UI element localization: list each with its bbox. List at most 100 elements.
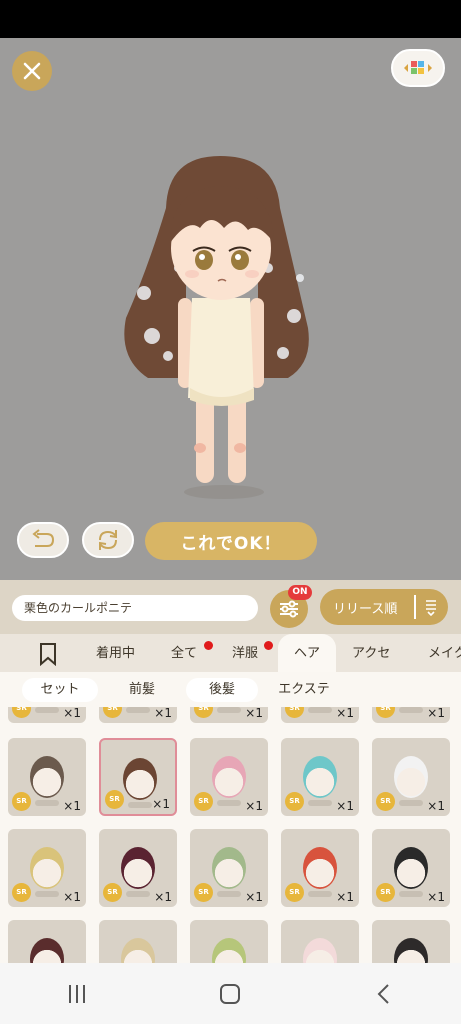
- hair-item-card[interactable]: SR ×1: [281, 829, 359, 907]
- bookmark-icon: [40, 643, 56, 667]
- sr-rarity-badge: SR: [12, 883, 31, 902]
- hair-item-card[interactable]: SR ×1: [99, 829, 177, 907]
- sort-button[interactable]: リリース順: [320, 589, 448, 625]
- sliders-icon: [280, 600, 298, 618]
- sr-rarity-badge: SR: [12, 792, 31, 811]
- filter-on-badge: ON: [288, 585, 312, 600]
- hair-item-grid: SR ×1 SR ×1 SR ×1 SR ×1 SR ×1 SR ×1 SR ×1 SR ×1 SR ×1 SR ×1…: [0, 707, 461, 963]
- home-button[interactable]: [200, 974, 260, 1014]
- back-button[interactable]: [354, 974, 414, 1014]
- search-input[interactable]: 栗色のカールポニテ: [12, 595, 258, 621]
- hair-thumbnail: [30, 847, 64, 889]
- subtab-set[interactable]: セット: [22, 678, 98, 702]
- sr-rarity-badge: SR: [194, 792, 213, 811]
- tab-accessory[interactable]: アクセ: [352, 634, 390, 672]
- swap-icon: [99, 530, 117, 550]
- mannequin-base: [399, 800, 423, 806]
- subtab-back-hair[interactable]: 後髪: [186, 678, 258, 702]
- hair-thumbnail: [212, 847, 246, 889]
- item-quantity: ×1: [154, 890, 172, 904]
- item-quantity: ×1: [336, 890, 354, 904]
- sr-rarity-badge: SR: [285, 792, 304, 811]
- hair-thumbnail: [212, 756, 246, 798]
- confirm-ok-button[interactable]: これでOK！: [145, 522, 317, 560]
- item-quantity: ×1: [63, 890, 81, 904]
- hair-item-card[interactable]: SR×1: [8, 707, 86, 723]
- item-quantity: ×1: [152, 797, 170, 811]
- hair-item-card[interactable]: SR ×1: [281, 738, 359, 816]
- sr-rarity-badge: SR: [103, 883, 122, 902]
- sort-label: リリース順: [333, 601, 398, 617]
- filter-row: 栗色のカールポニテ ON リリース順: [0, 580, 461, 634]
- item-quantity: ×1: [336, 799, 354, 813]
- hair-item-card[interactable]: SR ×1: [281, 707, 359, 723]
- hair-thumbnail: [394, 938, 428, 963]
- hair-item-card[interactable]: SR×1: [372, 829, 450, 907]
- sr-rarity-badge: SR: [285, 707, 304, 718]
- swap-button[interactable]: [82, 522, 134, 558]
- hair-thumbnail: [121, 938, 155, 963]
- hair-thumbnail: [30, 938, 64, 963]
- subtab-front-hair[interactable]: 前髪: [110, 678, 174, 702]
- hair-item-card[interactable]: SR×1: [190, 707, 268, 723]
- hair-thumbnail: [394, 756, 428, 798]
- hair-thumbnail: [394, 847, 428, 889]
- subtab-extension[interactable]: エクステ: [266, 678, 342, 702]
- back-icon: [377, 983, 389, 1004]
- hair-item-card[interactable]: SR×1: [8, 920, 86, 963]
- palette-button[interactable]: [391, 49, 445, 87]
- mannequin-base: [217, 800, 241, 806]
- hair-item-card[interactable]: SR×1: [99, 707, 177, 723]
- mannequin-base: [35, 800, 59, 806]
- home-icon: [220, 983, 241, 1004]
- hair-item-card[interactable]: SR ×1: [8, 738, 86, 816]
- hair-thumbnail: [30, 756, 64, 798]
- hair-item-card[interactable]: SR×1: [281, 920, 359, 963]
- tab-all[interactable]: 全て: [171, 634, 197, 672]
- tab-makeup[interactable]: メイク: [428, 634, 461, 672]
- close-button[interactable]: [12, 51, 52, 91]
- hair-thumbnail: [303, 756, 337, 798]
- sort-icon[interactable]: [416, 598, 446, 616]
- item-quantity: ×1: [427, 799, 445, 813]
- hair-item-card[interactable]: SR×1: [190, 738, 268, 816]
- hair-thumbnail: [121, 847, 155, 889]
- item-quantity: ×1: [336, 707, 354, 720]
- category-tabs: 着用中 全て 洋服 ヘア アクセ メイク: [0, 634, 461, 672]
- mannequin-base: [217, 707, 241, 713]
- hair-item-card[interactable]: SR ×1: [8, 829, 86, 907]
- item-quantity: ×1: [63, 799, 81, 813]
- status-bar: [0, 0, 461, 38]
- mannequin-base: [217, 891, 241, 897]
- tab-hair[interactable]: ヘア: [278, 634, 336, 672]
- mannequin-base: [308, 891, 332, 897]
- hair-item-card[interactable]: SR×1: [190, 829, 268, 907]
- undo-icon: [32, 529, 55, 547]
- recents-button[interactable]: [47, 974, 107, 1014]
- item-quantity: ×1: [427, 707, 445, 720]
- sr-rarity-badge: SR: [285, 883, 304, 902]
- sr-rarity-badge: SR: [12, 707, 31, 718]
- undo-button[interactable]: [17, 522, 69, 558]
- hair-item-card[interactable]: SR×1: [99, 920, 177, 963]
- hair-item-card[interactable]: SR×1: [372, 920, 450, 963]
- mannequin-base: [35, 891, 59, 897]
- mannequin-base: [399, 707, 423, 713]
- mannequin-base: [128, 802, 152, 808]
- sr-rarity-badge: SR: [376, 883, 395, 902]
- hair-item-card[interactable]: SR×1: [190, 920, 268, 963]
- tab-bookmark[interactable]: [38, 634, 64, 672]
- system-nav-bar: [0, 963, 461, 1024]
- sr-rarity-badge: SR: [105, 790, 124, 809]
- character-avatar: [124, 156, 309, 499]
- mannequin-base: [126, 891, 150, 897]
- hair-item-card[interactable]: SR×1: [372, 738, 450, 816]
- item-quantity: ×1: [245, 707, 263, 720]
- tab-clothes[interactable]: 洋服: [232, 634, 258, 672]
- mannequin-base: [35, 707, 59, 713]
- hair-item-card[interactable]: SR×1: [372, 707, 450, 723]
- hair-item-card[interactable]: SR ×1: [99, 738, 177, 816]
- mannequin-base: [308, 800, 332, 806]
- tab-wearing[interactable]: 着用中: [96, 634, 135, 672]
- close-icon: [23, 62, 41, 80]
